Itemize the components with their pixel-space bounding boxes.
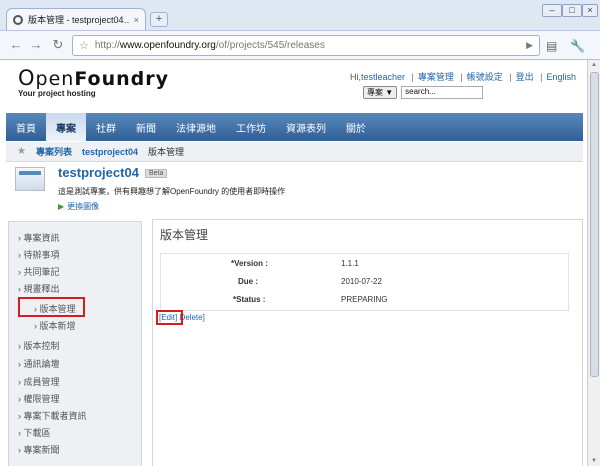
nav-resources[interactable]: 資源表列 xyxy=(276,113,336,141)
page-menu-icon[interactable]: ▤ xyxy=(546,39,557,53)
due-value: 2010-07-22 xyxy=(341,277,382,286)
sidebar-item-members[interactable]: › 成員管理 xyxy=(18,375,60,388)
sidebar-item-todo[interactable]: › 待辦事項 xyxy=(18,248,60,261)
due-label: Due : xyxy=(238,277,258,286)
search-bar: 專案 ▼ search... xyxy=(363,86,484,99)
favicon-icon xyxy=(13,14,23,25)
status-value: PREPARING xyxy=(341,295,388,304)
project-name[interactable]: testproject04 xyxy=(58,165,139,180)
sidebar-item-project-news[interactable]: › 專案新聞 xyxy=(18,443,60,456)
maximize-button[interactable]: □ xyxy=(562,4,582,17)
breadcrumb-current: 版本管理 xyxy=(148,147,185,157)
reload-icon[interactable]: ↻ xyxy=(50,37,66,53)
nav-about[interactable]: 關於 xyxy=(336,113,376,141)
back-arrow-icon[interactable]: ← xyxy=(8,37,24,53)
close-window-button[interactable]: × xyxy=(582,4,598,17)
project-manage-link[interactable]: 專案管理 xyxy=(418,72,454,82)
account-settings-link[interactable]: 帳號設定 xyxy=(467,72,503,82)
tab-close-icon[interactable]: × xyxy=(134,15,139,25)
project-description: 這是測試專案，供有興趣想了解OpenFoundry 的使用者即時操作 xyxy=(58,187,286,196)
sidebar-item-release-plan[interactable]: › 規畫釋出 xyxy=(18,282,60,295)
highlight-box xyxy=(18,297,85,317)
change-image-link[interactable]: ▶ 更換圖像 xyxy=(58,201,99,212)
forward-arrow-icon[interactable]: → xyxy=(28,37,44,53)
scroll-up-arrow-icon[interactable]: ▲ xyxy=(589,62,599,68)
breadcrumb-project[interactable]: testproject04 xyxy=(82,147,138,157)
browser-toolbar: ← → ↻ ☆ http://www.openfoundry.org/of/pr… xyxy=(0,30,600,59)
sidebar-item-forum[interactable]: › 通訊論壇 xyxy=(18,357,60,370)
bookmark-star-icon[interactable]: ☆ xyxy=(79,39,89,52)
username-link[interactable]: testleacher xyxy=(361,72,405,82)
breadcrumb: ★ 專案列表 testproject04 版本管理 xyxy=(6,142,583,162)
project-thumbnail xyxy=(15,167,45,191)
sidebar-item-notes[interactable]: › 共同筆記 xyxy=(18,265,60,278)
sidebar-item-permissions[interactable]: › 權限管理 xyxy=(18,392,60,405)
url-text: http://www.openfoundry.org/of/projects/5… xyxy=(94,40,325,51)
sidebar-item-downloader-info[interactable]: › 專案下載者資訊 xyxy=(18,409,87,422)
nav-workshop[interactable]: 工作坊 xyxy=(226,113,276,141)
logout-link[interactable]: 登出 xyxy=(516,72,534,82)
version-label: *Version : xyxy=(231,259,268,268)
breadcrumb-project-list[interactable]: 專案列表 xyxy=(36,145,72,158)
status-label: *Status : xyxy=(233,295,266,304)
user-links: Hi,testleacher | 專案管理 | 帳號設定 | 登出 | English xyxy=(349,72,576,82)
edit-highlight-box xyxy=(156,310,183,325)
scroll-thumb[interactable] xyxy=(590,72,599,377)
vertical-scrollbar[interactable]: ▲ ▼ xyxy=(587,60,600,466)
new-tab-button[interactable]: + xyxy=(150,12,168,27)
nav-projects[interactable]: 專案 xyxy=(46,113,86,141)
beta-badge: Beta xyxy=(145,169,168,178)
search-scope-select[interactable]: 專案 ▼ xyxy=(363,86,398,99)
go-arrow-icon[interactable]: ▶ xyxy=(526,40,533,51)
main-nav: 首頁 專案 社群 新聞 法律源地 工作坊 資源表列 關於 xyxy=(6,113,583,141)
search-input[interactable]: search... xyxy=(401,86,484,99)
english-link[interactable]: English xyxy=(546,72,576,82)
nav-home[interactable]: 首頁 xyxy=(6,113,46,141)
openfoundry-logo[interactable]: OpenFoundry Your project hosting xyxy=(18,66,169,98)
page-title: 版本管理 xyxy=(160,228,209,242)
nav-legal[interactable]: 法律源地 xyxy=(166,113,226,141)
browser-chrome: 版本管理 - testproject04… × + – □ × ← → ↻ ☆ … xyxy=(0,0,600,60)
nav-community[interactable]: 社群 xyxy=(86,113,126,141)
sidebar-item-project-info[interactable]: › 專案資訊 xyxy=(18,231,60,244)
sidebar-item-downloads[interactable]: › 下載區 xyxy=(18,426,51,439)
address-bar[interactable]: ☆ http://www.openfoundry.org/of/projects… xyxy=(72,35,540,56)
tab-title: 版本管理 - testproject04… xyxy=(28,15,129,25)
scroll-down-arrow-icon[interactable]: ▼ xyxy=(589,458,599,464)
sidebar-item-version-control[interactable]: › 版本控制 xyxy=(18,339,60,352)
sidebar-item-version-new[interactable]: › 版本新增 xyxy=(34,319,76,332)
wrench-icon[interactable]: 🔧 xyxy=(570,39,585,53)
tagline: Your project hosting xyxy=(18,89,96,98)
version-value: 1.1.1 xyxy=(341,259,359,268)
nav-news[interactable]: 新聞 xyxy=(126,113,166,141)
play-triangle-icon: ▶ xyxy=(58,202,65,211)
minimize-button[interactable]: – xyxy=(542,4,562,17)
delete-link[interactable]: Delete] xyxy=(179,313,204,322)
star-icon[interactable]: ★ xyxy=(17,146,26,157)
browser-tab[interactable]: 版本管理 - testproject04… × xyxy=(6,8,146,30)
